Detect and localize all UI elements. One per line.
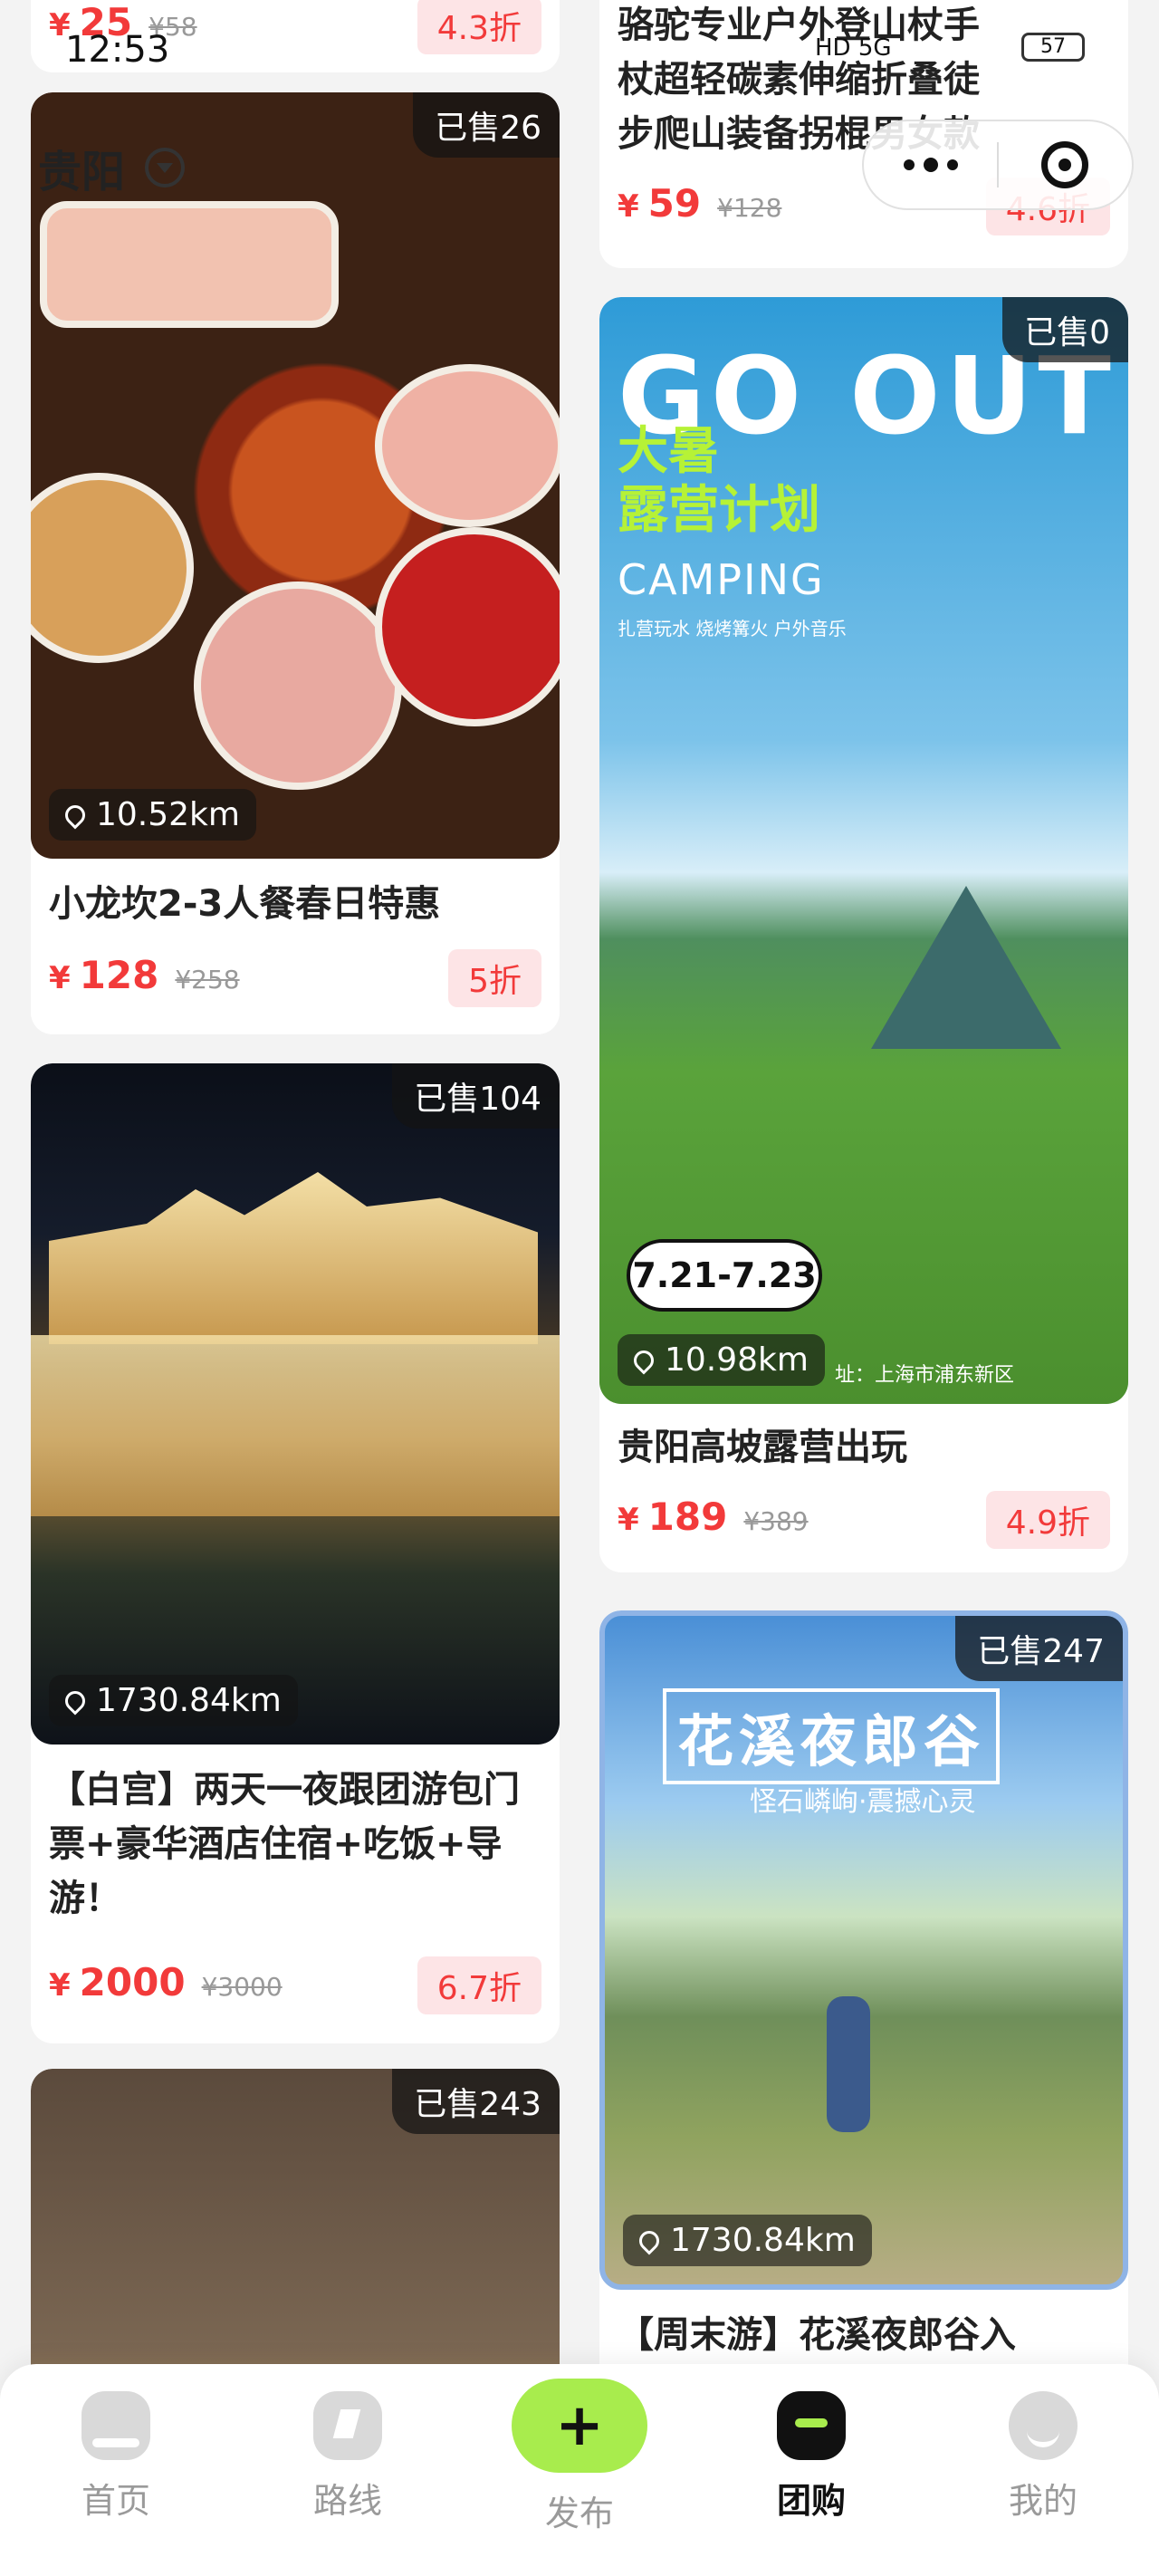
profile-icon bbox=[1009, 2391, 1078, 2460]
tab-label: 发布 bbox=[544, 2494, 614, 2533]
more-button[interactable] bbox=[864, 121, 997, 208]
group-buy-icon bbox=[777, 2391, 846, 2460]
poster-subtitle: 露营计划 bbox=[618, 481, 820, 540]
price-value: 2000 bbox=[79, 1960, 186, 2004]
poster-camping-text: CAMPING bbox=[618, 555, 825, 604]
product-card[interactable]: GO OUT 大暑 露营计划 CAMPING 扎营玩水 烧烤篝火 户外音乐 7.… bbox=[599, 297, 1128, 1572]
product-card[interactable]: ¥ 25 ¥58 4.3折 bbox=[31, 0, 560, 72]
product-title: 贵阳高坡露营出玩 bbox=[618, 1427, 907, 1468]
discount-badge: 6.7折 bbox=[417, 1956, 541, 2014]
price: ¥ 189 ¥389 bbox=[618, 1495, 809, 1539]
location-pin-icon bbox=[629, 1346, 658, 1375]
price: ¥ 2000 ¥3000 bbox=[49, 1960, 283, 2004]
product-title: 小龙坎2-3人餐春日特惠 bbox=[49, 883, 441, 925]
location-pin-icon bbox=[61, 801, 90, 830]
poster-dates: 7.21-7.23 bbox=[627, 1239, 822, 1312]
price: ¥ 128 ¥258 bbox=[49, 953, 240, 997]
original-price: ¥128 bbox=[717, 193, 782, 223]
price-value: 128 bbox=[79, 953, 159, 997]
product-image: 已售26 10.52km bbox=[31, 92, 560, 859]
original-price: ¥3000 bbox=[201, 1972, 283, 2002]
distance-text: 1730.84km bbox=[670, 2222, 856, 2259]
dish-image bbox=[375, 527, 560, 726]
product-image: GO OUT 大暑 露营计划 CAMPING 扎营玩水 烧烤篝火 户外音乐 7.… bbox=[599, 297, 1128, 1404]
sold-badge: 已售0 bbox=[1002, 297, 1128, 362]
product-title: 【周末游】花溪夜郎谷入 bbox=[618, 2314, 1016, 2356]
dot-icon bbox=[903, 159, 915, 170]
product-image: 已售104 1730.84km bbox=[31, 1063, 560, 1745]
sold-badge: 已售247 bbox=[955, 1616, 1123, 1681]
poster-address: 址：上海市浦东新区 bbox=[835, 1364, 1015, 1387]
tab-publish[interactable]: + 发布 bbox=[507, 2379, 652, 2535]
city-name: 贵阳 bbox=[38, 147, 126, 197]
palace-building bbox=[31, 1335, 560, 1516]
poster-headline: 花溪夜郎谷 bbox=[663, 1688, 1001, 1784]
original-price: ¥258 bbox=[175, 965, 240, 995]
bottom-tab-bar: 首页 路线 + 发布 团购 我的 bbox=[0, 2364, 1159, 2576]
tent-illustration bbox=[871, 886, 1061, 1049]
distance-badge: 1730.84km bbox=[49, 1675, 298, 1726]
plus-icon: + bbox=[512, 2379, 647, 2473]
sold-badge: 已售26 bbox=[413, 92, 560, 158]
currency-symbol: ¥ bbox=[49, 7, 71, 43]
distance-text: 10.98km bbox=[665, 1341, 809, 1379]
dish-image bbox=[194, 582, 402, 790]
tab-home[interactable]: 首页 bbox=[43, 2391, 188, 2523]
target-icon bbox=[1041, 141, 1089, 188]
tab-label: 路线 bbox=[312, 2481, 382, 2521]
tab-profile[interactable]: 我的 bbox=[971, 2391, 1116, 2523]
currency-symbol: ¥ bbox=[49, 960, 71, 996]
dish-image bbox=[31, 473, 194, 663]
distance-text: 1730.84km bbox=[96, 1682, 282, 1719]
dish-image bbox=[40, 201, 339, 328]
home-icon bbox=[81, 2391, 150, 2460]
price-value: 25 bbox=[79, 0, 133, 44]
original-price: ¥389 bbox=[743, 1506, 809, 1536]
location-pin-icon bbox=[61, 1687, 90, 1716]
tab-label: 团购 bbox=[776, 2481, 846, 2521]
price-value: 189 bbox=[647, 1495, 728, 1539]
currency-symbol: ¥ bbox=[49, 1967, 71, 2004]
distance-text: 10.52km bbox=[96, 796, 240, 833]
tab-route[interactable]: 路线 bbox=[275, 2391, 420, 2523]
tab-label: 我的 bbox=[1008, 2481, 1078, 2521]
tab-label: 首页 bbox=[81, 2481, 150, 2521]
tab-group-buy[interactable]: 团购 bbox=[739, 2391, 884, 2523]
route-icon bbox=[313, 2391, 382, 2460]
dot-icon bbox=[923, 158, 938, 172]
close-mini-program-button[interactable] bbox=[999, 121, 1132, 208]
location-icon bbox=[145, 148, 186, 187]
discount-badge: 4.9折 bbox=[985, 1491, 1110, 1549]
currency-symbol: ¥ bbox=[618, 1502, 639, 1538]
page: 12:53 HD 5G 57 贵阳 ¥ 25 ¥58 4.3折 已售26 10.… bbox=[0, 0, 1159, 2576]
product-title: 【白宫】两天一夜跟团游包门票+豪华酒店住宿+吃饭+导游！ bbox=[49, 1769, 520, 1919]
price: ¥ 25 ¥58 bbox=[49, 0, 197, 44]
distance-badge: 1730.84km bbox=[623, 2215, 872, 2266]
product-card[interactable]: 已售104 1730.84km 【白宫】两天一夜跟团游包门票+豪华酒店住宿+吃饭… bbox=[31, 1063, 560, 2043]
palace-building bbox=[49, 1172, 538, 1344]
poster-subtitle: 怪石嶙峋·震撼心灵 bbox=[750, 1786, 976, 1818]
discount-badge: 4.3折 bbox=[417, 0, 541, 54]
city-selector[interactable]: 贵阳 bbox=[38, 136, 186, 199]
discount-badge: 5折 bbox=[448, 949, 541, 1007]
product-image: 花溪夜郎谷 怪石嶙峋·震撼心灵 已售247 1730.84km bbox=[599, 1610, 1128, 2290]
product-card[interactable]: 已售26 10.52km 小龙坎2-3人餐春日特惠 ¥ 128 ¥258 5折 bbox=[31, 92, 560, 1034]
price-value: 59 bbox=[647, 181, 702, 226]
sold-badge: 已售104 bbox=[392, 1063, 560, 1129]
original-price: ¥58 bbox=[148, 12, 197, 42]
dish-image bbox=[375, 364, 560, 527]
distance-badge: 10.52km bbox=[49, 789, 256, 841]
currency-symbol: ¥ bbox=[618, 188, 639, 225]
hiker-figure bbox=[827, 1996, 870, 2132]
price: ¥ 59 ¥128 bbox=[618, 181, 781, 226]
location-pin-icon bbox=[635, 2226, 664, 2255]
distance-badge: 10.98km bbox=[618, 1334, 825, 1386]
poster-tagline: 扎营玩水 烧烤篝火 户外音乐 bbox=[618, 618, 847, 639]
dot-icon bbox=[946, 159, 958, 170]
sold-badge: 已售243 bbox=[392, 2069, 560, 2134]
mini-program-capsule bbox=[862, 120, 1134, 210]
